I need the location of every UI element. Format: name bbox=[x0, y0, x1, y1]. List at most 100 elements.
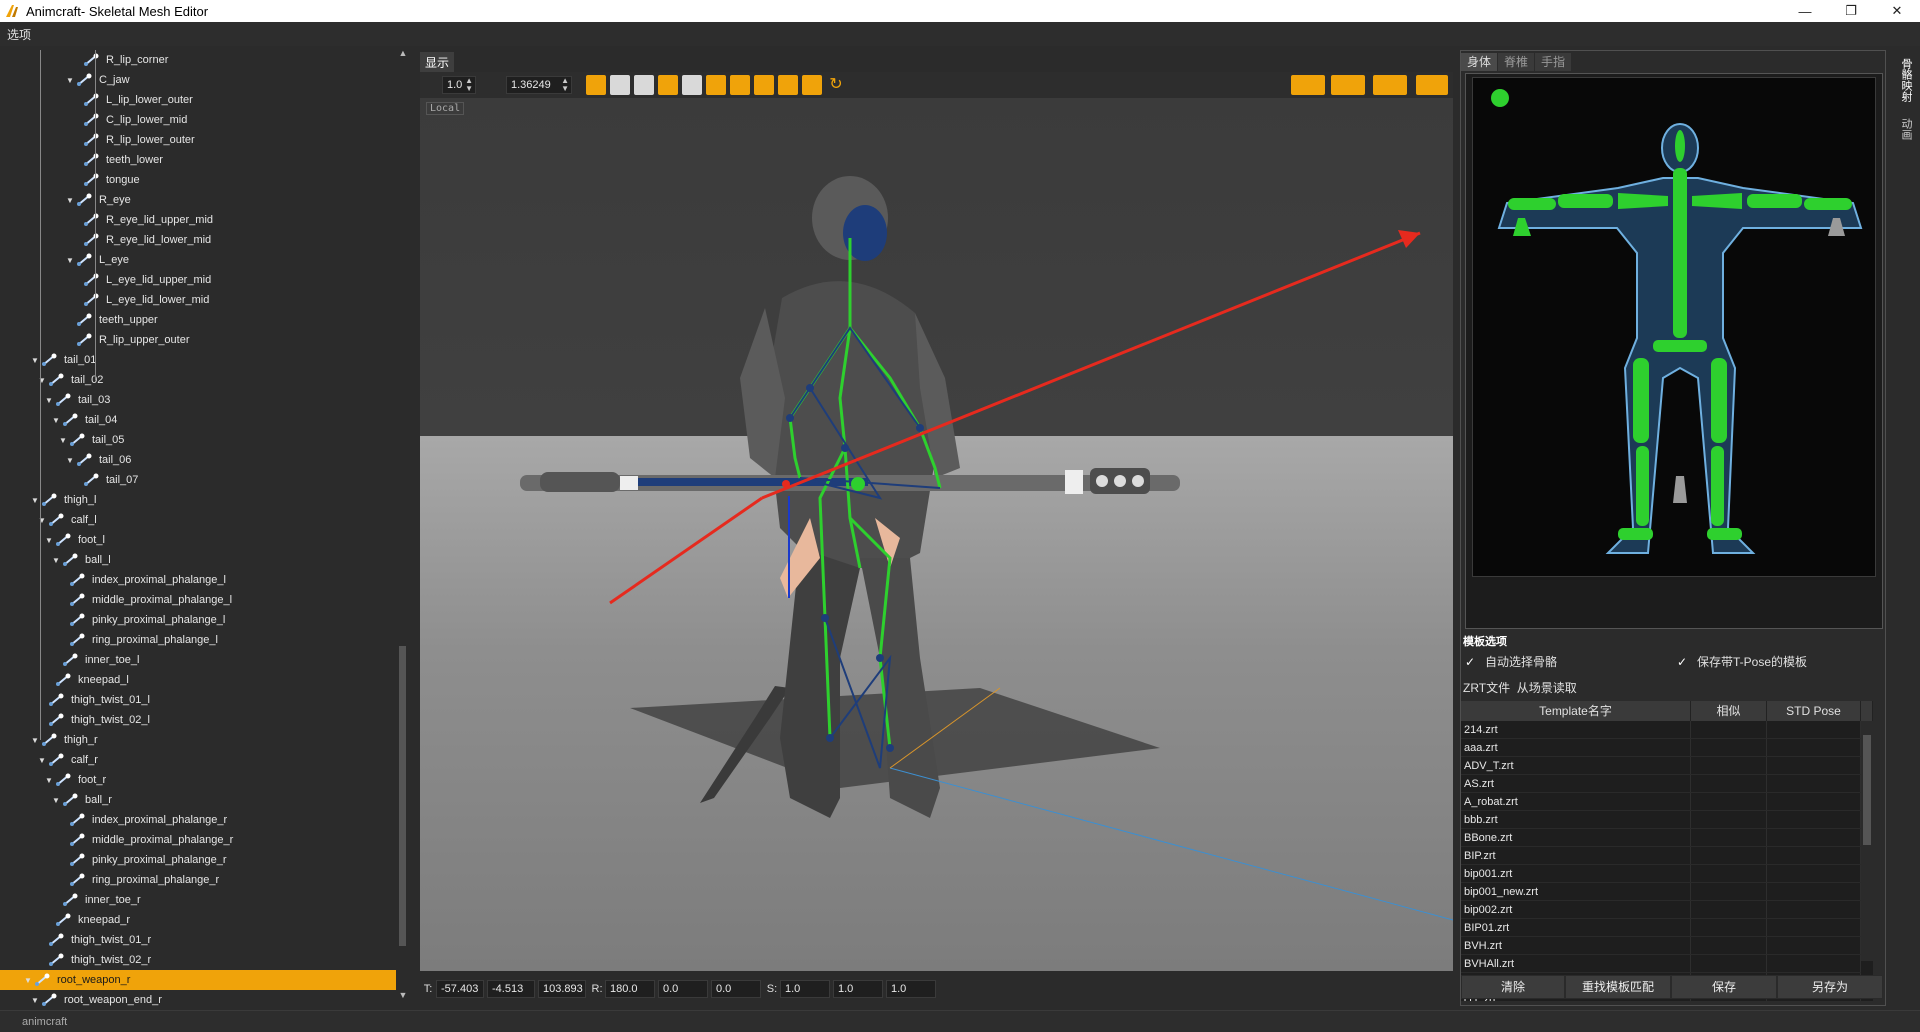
grid-floor-icon[interactable] bbox=[658, 75, 678, 95]
tree-row[interactable]: ring_proximal_phalange_l bbox=[58, 630, 396, 650]
tree-row[interactable]: thigh_twist_01_l bbox=[37, 690, 396, 710]
expand-arrow-icon[interactable]: ▼ bbox=[30, 496, 40, 505]
tree-row[interactable]: ▼ tail_01 bbox=[30, 350, 396, 370]
tree-row[interactable]: ▼ tail_03 bbox=[44, 390, 396, 410]
tree-row[interactable]: tail_07 bbox=[72, 470, 396, 490]
tab-animation[interactable]: 动画 bbox=[1896, 118, 1914, 140]
checker-icon[interactable] bbox=[706, 75, 726, 95]
save-button[interactable]: 保存 bbox=[1671, 975, 1777, 999]
expand-arrow-icon[interactable]: ▼ bbox=[51, 416, 61, 425]
pose-a-icon[interactable] bbox=[1291, 75, 1325, 95]
tpose-save-icon[interactable] bbox=[1416, 75, 1448, 95]
tree-row[interactable]: R_eye_lid_upper_mid bbox=[72, 210, 396, 230]
tree-row[interactable]: index_proximal_phalange_l bbox=[58, 570, 396, 590]
tree-row[interactable]: ▼ ball_r bbox=[51, 790, 396, 810]
expand-arrow-icon[interactable]: ▼ bbox=[65, 76, 75, 85]
expand-arrow-icon[interactable]: ▼ bbox=[65, 456, 75, 465]
speed-spinbox[interactable]: 1.0 ▲ ▼ bbox=[442, 76, 476, 94]
tree-row[interactable]: tongue bbox=[72, 170, 396, 190]
tree-row[interactable]: ▼ thigh_l bbox=[30, 490, 396, 510]
expand-arrow-icon[interactable]: ▼ bbox=[58, 436, 68, 445]
translate-x-field[interactable]: -57.403 bbox=[436, 980, 484, 998]
table-row[interactable]: BVHAll.zrt bbox=[1461, 955, 1861, 973]
template-table[interactable]: Template名字 相似 STD Pose 214.zrt aaa.zrt ADV… bbox=[1461, 701, 1873, 1001]
table-row[interactable]: ADV_T.zrt bbox=[1461, 757, 1861, 775]
expand-arrow-icon[interactable]: ▼ bbox=[30, 996, 40, 1005]
expand-arrow-icon[interactable]: ▼ bbox=[65, 256, 75, 265]
tree-row[interactable]: pinky_proximal_phalange_r bbox=[58, 850, 396, 870]
tree-row[interactable]: ring_proximal_phalange_r bbox=[58, 870, 396, 890]
grid-icon[interactable] bbox=[634, 75, 654, 95]
table-row[interactable]: aaa.zrt bbox=[1461, 739, 1861, 757]
tree-row[interactable]: R_eye_lid_lower_mid bbox=[72, 230, 396, 250]
tree-scroll-thumb[interactable] bbox=[399, 646, 406, 946]
col-template-name[interactable]: Template名字 bbox=[1461, 701, 1691, 721]
tree-row[interactable]: ▼ thigh_r bbox=[30, 730, 396, 750]
tree-scrollbar[interactable]: ▲ ▼ bbox=[396, 46, 410, 1006]
tree-row[interactable]: R_lip_corner bbox=[72, 50, 396, 70]
tab-bone-mapping[interactable]: 骨骼映射 bbox=[1896, 58, 1914, 102]
rotate-icon[interactable]: ↻ bbox=[826, 75, 846, 95]
expand-arrow-icon[interactable]: ▼ bbox=[65, 196, 75, 205]
col-similarity[interactable]: 相似 bbox=[1691, 701, 1767, 721]
table-row[interactable]: BBone.zrt bbox=[1461, 829, 1861, 847]
table-scroll-thumb[interactable] bbox=[1863, 735, 1871, 845]
tree-row[interactable]: ▼ root_weapon_end_r bbox=[30, 990, 396, 1010]
clear-button[interactable]: 清除 bbox=[1461, 975, 1565, 999]
pose-c-icon[interactable] bbox=[1373, 75, 1407, 95]
expand-arrow-icon[interactable]: ▼ bbox=[44, 536, 54, 545]
move-icon[interactable] bbox=[802, 75, 822, 95]
flag-icon[interactable] bbox=[754, 75, 774, 95]
tree-row[interactable]: ▼ R_eye bbox=[65, 190, 396, 210]
tree-row[interactable]: thigh_twist_02_l bbox=[37, 710, 396, 730]
tree-row[interactable]: ▼ root_weapon_r bbox=[0, 970, 396, 990]
tree-row[interactable]: thigh_twist_01_r bbox=[37, 930, 396, 950]
tree-row[interactable]: L_lip_lower_outer bbox=[72, 90, 396, 110]
table-row[interactable]: AS.zrt bbox=[1461, 775, 1861, 793]
table-row[interactable]: 214.zrt bbox=[1461, 721, 1861, 739]
pose-b-icon[interactable] bbox=[1331, 75, 1365, 95]
mesh-display-icon[interactable] bbox=[586, 75, 606, 95]
table-row[interactable]: BVH.zrt bbox=[1461, 937, 1861, 955]
translate-z-field[interactable]: 103.893 bbox=[538, 980, 586, 998]
rematch-button[interactable]: 重找模板匹配 bbox=[1565, 975, 1671, 999]
tree-row[interactable]: thigh_twist_02_r bbox=[37, 950, 396, 970]
tree-row[interactable]: ▼ foot_l bbox=[44, 530, 396, 550]
body-map[interactable] bbox=[1465, 73, 1883, 629]
tab-fingers[interactable]: 手指 bbox=[1535, 53, 1572, 71]
close-button[interactable]: ✕ bbox=[1874, 0, 1920, 22]
table-row[interactable]: bip001_new.zrt bbox=[1461, 883, 1861, 901]
tree-row[interactable]: ▼ tail_06 bbox=[65, 450, 396, 470]
tree-row[interactable]: inner_toe_l bbox=[51, 650, 396, 670]
tree-row[interactable]: ▼ foot_r bbox=[44, 770, 396, 790]
menu-options[interactable]: 选项 bbox=[0, 26, 38, 43]
spin-arrows-icon[interactable]: ▲ ▼ bbox=[561, 77, 569, 93]
expand-arrow-icon[interactable]: ▼ bbox=[37, 516, 47, 525]
tree-row[interactable]: inner_toe_r bbox=[51, 890, 396, 910]
col-std-pose[interactable]: STD Pose bbox=[1767, 701, 1861, 721]
maximize-button[interactable]: ❐ bbox=[1828, 0, 1874, 22]
expand-arrow-icon[interactable]: ▼ bbox=[30, 356, 40, 365]
tree-row[interactable]: ▼ tail_04 bbox=[51, 410, 396, 430]
tab-display[interactable]: 显示 bbox=[420, 52, 454, 72]
tree-row[interactable]: teeth_upper bbox=[65, 310, 396, 330]
spin-arrows-icon[interactable]: ▲ ▼ bbox=[465, 77, 473, 93]
body-map-canvas[interactable] bbox=[1472, 77, 1876, 577]
tree-row[interactable]: teeth_lower bbox=[72, 150, 396, 170]
scale-x-field[interactable]: 1.0 bbox=[780, 980, 830, 998]
expand-arrow-icon[interactable]: ▼ bbox=[37, 376, 47, 385]
axis-icon[interactable] bbox=[778, 75, 798, 95]
rotate-z-field[interactable]: 0.0 bbox=[711, 980, 761, 998]
table-row[interactable]: bip002.zrt bbox=[1461, 901, 1861, 919]
scroll-down-icon[interactable]: ▼ bbox=[396, 990, 410, 1004]
expand-arrow-icon[interactable]: ▼ bbox=[44, 396, 54, 405]
expand-arrow-icon[interactable]: ▼ bbox=[23, 976, 33, 985]
tree-row[interactable]: L_eye_lid_lower_mid bbox=[72, 290, 396, 310]
expand-arrow-icon[interactable]: ▼ bbox=[44, 776, 54, 785]
material-sphere-icon[interactable] bbox=[730, 75, 750, 95]
table-row[interactable]: A_robat.zrt bbox=[1461, 793, 1861, 811]
tree-row[interactable]: kneepad_l bbox=[44, 670, 396, 690]
table-row[interactable]: bbb.zrt bbox=[1461, 811, 1861, 829]
scale-z-field[interactable]: 1.0 bbox=[886, 980, 936, 998]
scale-spinbox[interactable]: 1.36249 ▲ ▼ bbox=[506, 76, 572, 94]
